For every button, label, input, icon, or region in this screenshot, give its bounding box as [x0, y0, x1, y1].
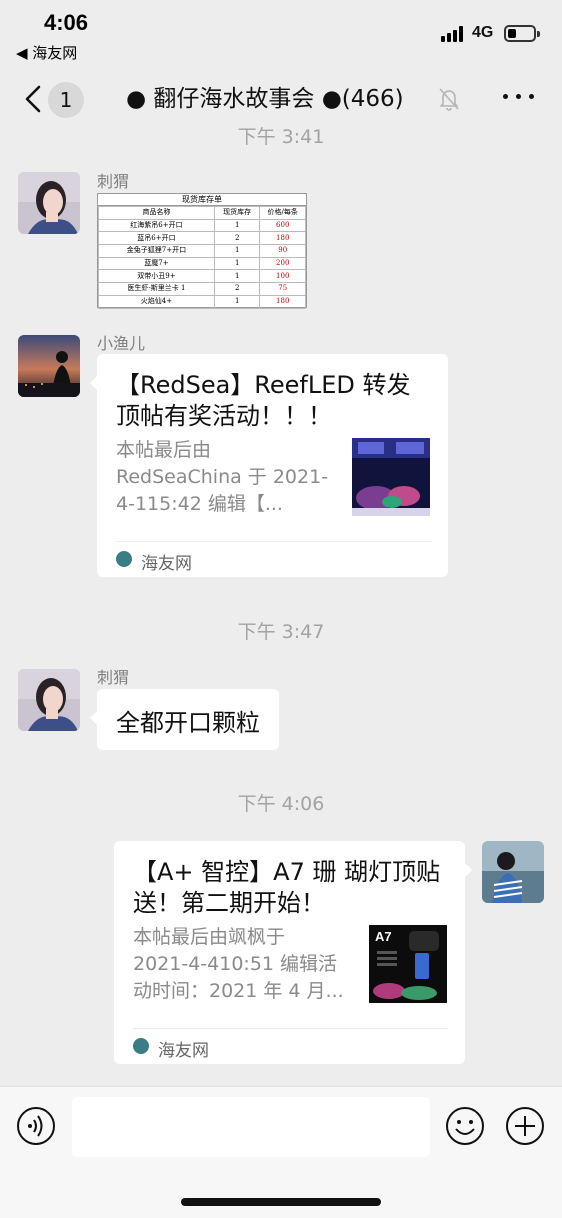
desc-line: 2021-4-410:51 编辑活 [133, 953, 338, 975]
stock-list-image[interactable]: 现货库存单 商品名称 现货库存 价格/每条 红海紫吊6+开口 1 600 蓝吊6+开… [97, 193, 307, 309]
home-indicator[interactable] [181, 1198, 381, 1206]
link-card[interactable]: 【RedSea】ReefLED 转发 顶帖有奖活动！！！ 本帖最后由 RedSe… [90, 354, 448, 577]
table-row: 蓝魔7+ 1 200 [98, 256, 306, 271]
table-row: 火焰仙4+ 1 180 [98, 294, 306, 309]
sender-name: 小渔儿 [97, 334, 146, 353]
stock-price: 90 [259, 244, 306, 258]
stock-price: 180 [259, 231, 306, 246]
table-row: 红海紫吊6+开口 1 600 [98, 218, 306, 233]
stock-header: 现货库存 [213, 206, 261, 220]
stock-price: 600 [259, 218, 306, 233]
title-line: 【RedSea】ReefLED 转发 [116, 371, 411, 399]
link-card-title: 【A+ 智控】A7 珊 瑚灯顶贴 送！第二期开始！ [133, 857, 440, 919]
stock-item-name: 金兔子狐狸7+开口 [98, 244, 215, 258]
link-card-title: 【RedSea】ReefLED 转发 顶帖有奖活动！！！ [116, 370, 411, 432]
text-message[interactable]: 全都开口颗粒 [90, 689, 279, 750]
stock-qty: 2 [213, 282, 261, 296]
status-time: 4:06 [44, 10, 89, 35]
title-line: 送！第二期开始！ [133, 889, 325, 917]
link-card-desc: 本帖最后由飒枫于 2021-4-410:51 编辑活 动时间：2021 年 4 … [133, 924, 344, 1005]
link-card-source: 海友网 [141, 554, 192, 574]
table-row: 医生虾-斯里兰卡 1 2 75 [98, 282, 306, 296]
emoji-icon[interactable] [445, 1106, 485, 1146]
stock-qty: 1 [213, 269, 261, 284]
status-bar: 4:06 ◀ 海友网 4G [0, 0, 562, 70]
stock-item-name: 双带小丑9+ [98, 269, 215, 284]
link-card[interactable]: 【A+ 智控】A7 珊 瑚灯顶贴 送！第二期开始！ 本帖最后由飒枫于 2021-… [114, 841, 472, 1064]
avatar[interactable] [18, 335, 80, 397]
plus-icon[interactable] [505, 1106, 545, 1146]
table-row: 金兔子狐狸7+开口 1 90 [98, 244, 306, 258]
sender-name: 刺猬 [97, 668, 130, 687]
stock-price: 75 [259, 282, 306, 296]
stock-price: 200 [259, 256, 306, 271]
divider [116, 541, 431, 542]
chevron-left-icon[interactable] [22, 84, 46, 114]
table-row: 蓝吊6+开口 2 180 [98, 231, 306, 246]
link-card-desc: 本帖最后由 RedSeaChina 于 2021- 4-115:42 编辑【..… [116, 437, 328, 518]
desc-line: 动时间：2021 年 4 月... [133, 980, 344, 1002]
link-card-thumbnail: A7 [369, 925, 447, 1003]
desc-line: RedSeaChina 于 2021- [116, 466, 329, 488]
avatar[interactable] [482, 841, 544, 903]
desc-line: 本帖最后由 [116, 439, 212, 461]
timestamp: 下午 3:47 [237, 621, 325, 643]
stock-item-name: 医生虾-斯里兰卡 1 [98, 282, 215, 296]
message-input[interactable] [72, 1097, 430, 1157]
stock-qty: 2 [213, 231, 261, 246]
avatar[interactable] [18, 669, 80, 731]
stock-title: 现货库存单 [98, 194, 306, 206]
signal-icon [441, 26, 467, 42]
stock-item-name: 红海紫吊6+开口 [98, 218, 215, 233]
timestamp: 下午 3:41 [237, 126, 325, 148]
source-logo-icon [133, 1038, 149, 1054]
desc-line: 4-115:42 编辑【... [116, 493, 283, 515]
stock-qty: 1 [213, 218, 261, 233]
chat-title: ● 翻仔海水故事会 ●(466) [126, 86, 404, 112]
link-card-source: 海友网 [158, 1041, 209, 1061]
battery-icon [504, 25, 540, 42]
desc-line: 本帖最后由飒枫于 [133, 926, 286, 948]
stock-qty: 1 [213, 244, 261, 258]
sender-name: 刺猬 [97, 172, 130, 191]
table-row: 双带小丑9+ 1 100 [98, 269, 306, 284]
stock-header: 价格/每条 [259, 206, 306, 220]
stock-qty: 1 [213, 256, 261, 271]
stock-price: 180 [259, 294, 306, 309]
stock-price: 100 [259, 269, 306, 284]
unread-count-badge[interactable]: 1 [48, 82, 84, 118]
stock-qty: 1 [213, 294, 261, 309]
avatar[interactable] [18, 172, 80, 234]
more-dots-icon[interactable] [503, 94, 535, 104]
stock-header: 商品名称 [98, 206, 215, 220]
stock-table: 商品名称 现货库存 价格/每条 红海紫吊6+开口 1 600 蓝吊6+开口 2 180 … [98, 206, 306, 309]
bell-muted-icon [439, 88, 459, 111]
title-line: 顶帖有奖活动！！！ [116, 402, 332, 430]
thumb-label: A7 [375, 929, 392, 944]
stock-item-name: 蓝吊6+开口 [98, 231, 215, 246]
title-line: 【A+ 智控】A7 珊 瑚灯顶贴 [133, 858, 441, 886]
stock-item-name: 火焰仙4+ [98, 294, 215, 309]
back-to-app-link[interactable]: ◀ 海友网 [16, 42, 77, 63]
network-type: 4G [472, 24, 494, 41]
source-logo-icon [116, 551, 132, 567]
divider [133, 1028, 448, 1029]
stock-item-name: 蓝魔7+ [98, 256, 215, 271]
link-card-thumbnail [352, 438, 430, 516]
voice-icon[interactable] [16, 1106, 56, 1146]
timestamp: 下午 4:06 [237, 793, 325, 815]
